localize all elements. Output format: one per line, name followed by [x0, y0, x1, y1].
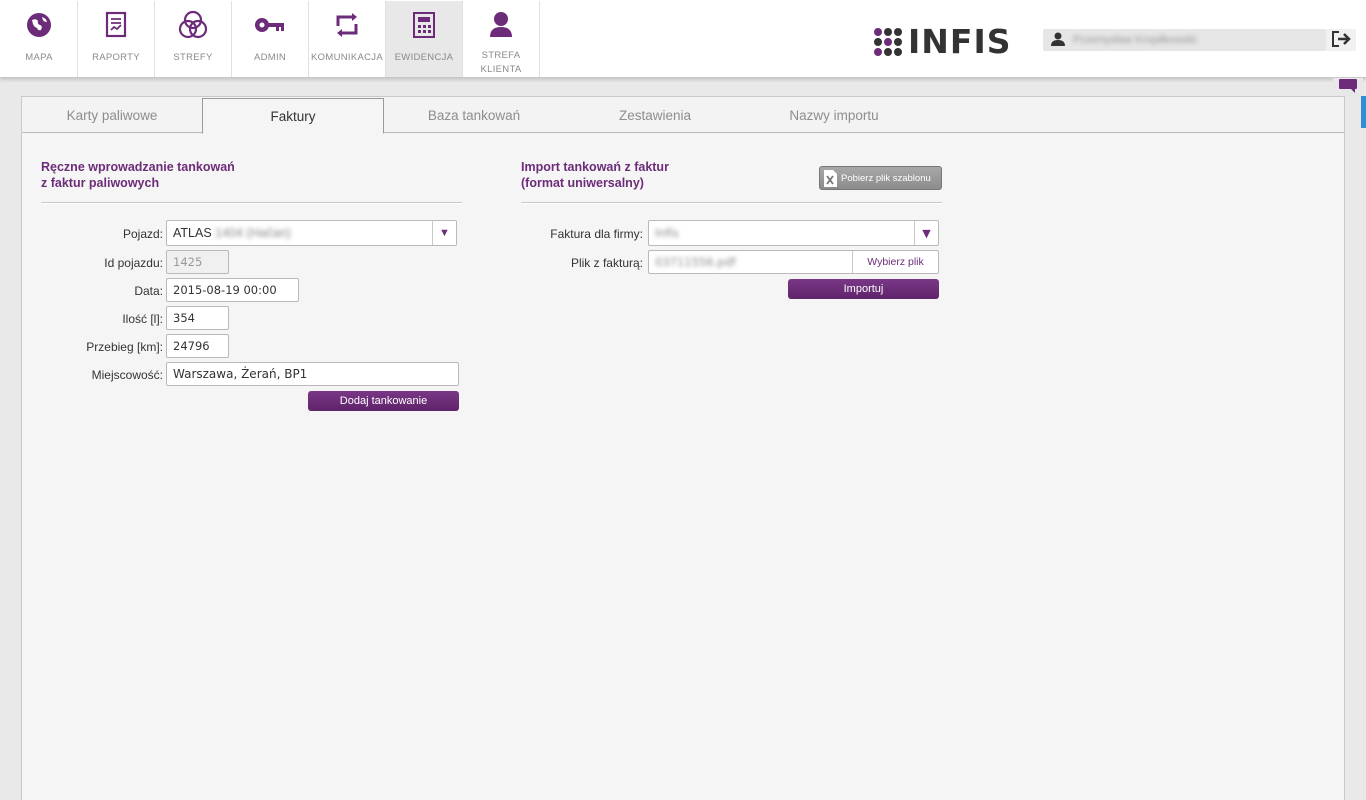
nav-label: STREFA KLIENTA: [480, 50, 522, 75]
logout-button[interactable]: [1326, 29, 1356, 51]
nav-label: MAPA: [25, 52, 53, 63]
main-nav: MAPA RAPORTY STREFY ADMIN KOMUNIKACJA EW…: [1, 1, 540, 77]
nav-label: EWIDENCJA: [394, 52, 454, 63]
company-select[interactable]: Infis ▼: [648, 220, 939, 246]
file-input[interactable]: 03711556.pdf Wybierz plik: [648, 250, 939, 274]
nav-label: KOMUNIKACJA: [311, 52, 383, 63]
manual-title-line2: z faktur paliwowych: [41, 176, 160, 190]
chat-button[interactable]: [1333, 78, 1363, 96]
qty-field[interactable]: 354: [166, 306, 229, 330]
tab-bar: Karty paliwowe Faktury Baza tankowań Zes…: [22, 97, 1344, 134]
tab-baza-tankowan[interactable]: Baza tankowań: [384, 97, 564, 133]
logo-dots-icon: [874, 27, 902, 56]
nav-item-mapa[interactable]: MAPA: [1, 1, 78, 77]
import-divider: [521, 202, 942, 204]
nav-label: RAPORTY: [92, 52, 140, 63]
user-icon: [485, 9, 517, 39]
brand-logo: INFIS: [874, 22, 1011, 61]
nav-item-ewidencja[interactable]: EWIDENCJA: [386, 1, 463, 77]
chevron-down-icon[interactable]: ▼: [914, 221, 938, 245]
user-icon: [1051, 32, 1065, 49]
company-label: Faktura dla firmy:: [550, 227, 643, 241]
globe-icon: [23, 9, 55, 41]
qty-label: Ilość [l]:: [122, 312, 163, 326]
date-label: Data:: [134, 284, 163, 298]
vehicle-id-field: 1425: [166, 250, 229, 274]
mileage-field[interactable]: 24796: [166, 334, 229, 358]
tab-nazwy-importu[interactable]: Nazwy importu: [746, 97, 922, 133]
tab-faktury[interactable]: Faktury: [202, 98, 384, 134]
vehicle-value: ATLAS: [173, 226, 212, 240]
nav-item-komunikacja[interactable]: KOMUNIKACJA: [309, 1, 386, 77]
manual-title-line1: Ręczne wprowadzanie tankowań: [41, 160, 235, 174]
top-bar: MAPA RAPORTY STREFY ADMIN KOMUNIKACJA EW…: [0, 0, 1366, 78]
nav-label: STREFY: [173, 52, 213, 63]
manual-section-title: Ręczne wprowadzanie tankowań z faktur pa…: [41, 159, 235, 191]
choose-file-button[interactable]: Wybierz plik: [852, 251, 938, 273]
scrollbar-accent: [1361, 96, 1366, 128]
manual-divider: [41, 202, 462, 204]
nav-item-strefy[interactable]: STREFY: [155, 1, 232, 77]
user-name: Przemysław Kropiłkowski: [1073, 34, 1197, 46]
brand-name: INFIS: [908, 22, 1012, 61]
vehicle-value-hidden: 1404 (Hačan): [215, 226, 291, 240]
company-value: Infis: [655, 226, 679, 240]
file-value: 03711556.pdf: [655, 255, 736, 269]
tab-karty-paliwowe[interactable]: Karty paliwowe: [22, 97, 202, 133]
import-button[interactable]: Importuj: [788, 279, 939, 299]
excel-file-icon: [824, 169, 837, 187]
nav-item-admin[interactable]: ADMIN: [232, 1, 309, 77]
mileage-label: Przebieg [km]:: [86, 340, 163, 354]
zones-icon: [177, 9, 209, 41]
report-icon: [100, 9, 132, 41]
vehicle-label: Pojazd:: [122, 227, 163, 241]
import-title-line2: (format uniwersalny): [521, 176, 644, 190]
nav-label: ADMIN: [253, 52, 287, 63]
tab-zestawienia[interactable]: Zestawienia: [564, 97, 746, 133]
file-label: Plik z fakturą:: [570, 256, 643, 270]
key-icon: [254, 9, 286, 41]
chevron-down-icon[interactable]: ▼: [432, 221, 456, 245]
download-template-button[interactable]: Pobierz plik szablonu: [819, 166, 942, 190]
nav-item-strefa-klienta[interactable]: STREFA KLIENTA: [463, 1, 540, 77]
calculator-icon: [408, 9, 440, 41]
place-field[interactable]: Warszawa, Żerań, BP1: [166, 362, 459, 386]
place-label: Miejscowość:: [91, 368, 163, 382]
chat-icon: [1339, 78, 1357, 96]
nav-item-raporty[interactable]: RAPORTY: [78, 1, 155, 77]
user-box[interactable]: Przemysław Kropiłkowski: [1043, 29, 1326, 51]
vehicle-select[interactable]: ATLAS 1404 (Hačan) ▼: [166, 220, 457, 246]
import-section-title: Import tankowań z faktur (format uniwers…: [521, 159, 669, 191]
import-title-line1: Import tankowań z faktur: [521, 160, 669, 174]
date-field[interactable]: 2015-08-19 00:00: [166, 278, 299, 302]
main-panel: Karty paliwowe Faktury Baza tankowań Zes…: [21, 96, 1345, 800]
logout-icon: [1331, 30, 1351, 51]
communication-icon: [331, 9, 363, 41]
vehicle-id-label: Id pojazdu:: [104, 256, 163, 270]
add-refuel-button[interactable]: Dodaj tankowanie: [308, 391, 459, 411]
download-template-label: Pobierz plik szablonu: [841, 172, 931, 184]
